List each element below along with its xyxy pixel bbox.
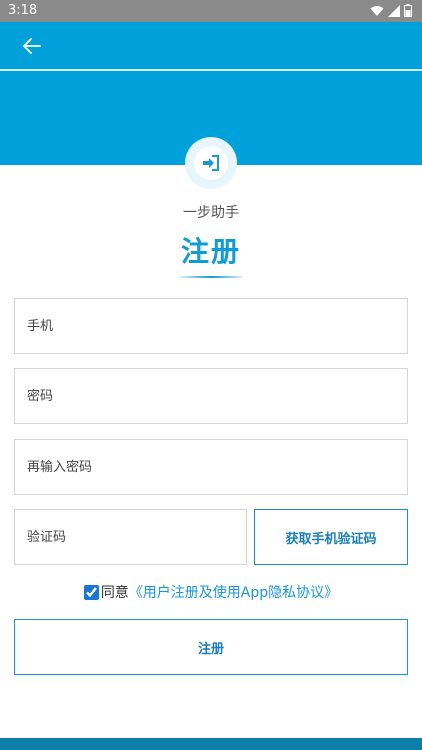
phone-field	[14, 298, 408, 354]
confirm-password-field	[14, 439, 408, 495]
agreement-row: 同意 《用户注册及使用App隐私协议》	[0, 582, 422, 602]
title-underline	[180, 276, 242, 278]
password-input[interactable]	[15, 369, 407, 423]
status-time: 3:18	[8, 3, 38, 18]
arrow-left-icon[interactable]	[20, 34, 44, 58]
confirm-password-input[interactable]	[15, 440, 407, 494]
status-icons	[370, 4, 412, 17]
badge	[194, 146, 228, 180]
status-bar: 3:18	[0, 0, 422, 22]
agree-prefix: 同意	[100, 585, 129, 601]
page-subtitle: 一步助手	[183, 205, 239, 221]
privacy-agreement-link[interactable]: 《用户注册及使用App隐私协议》	[129, 582, 338, 602]
register-button[interactable]: 注册	[14, 619, 408, 675]
get-code-button[interactable]: 获取手机验证码	[254, 509, 408, 565]
agree-checkbox[interactable]	[83, 584, 99, 600]
page-title: 注册	[180, 235, 241, 268]
code-input[interactable]	[15, 510, 246, 564]
password-field	[14, 368, 408, 424]
phone-input[interactable]	[15, 299, 407, 353]
sign-in-icon	[203, 155, 219, 171]
code-field	[14, 509, 247, 565]
bottom-bar	[0, 738, 422, 750]
signal-icon	[388, 4, 400, 17]
battery-icon	[404, 4, 412, 17]
wifi-icon	[370, 5, 384, 16]
toolbar	[0, 22, 422, 70]
